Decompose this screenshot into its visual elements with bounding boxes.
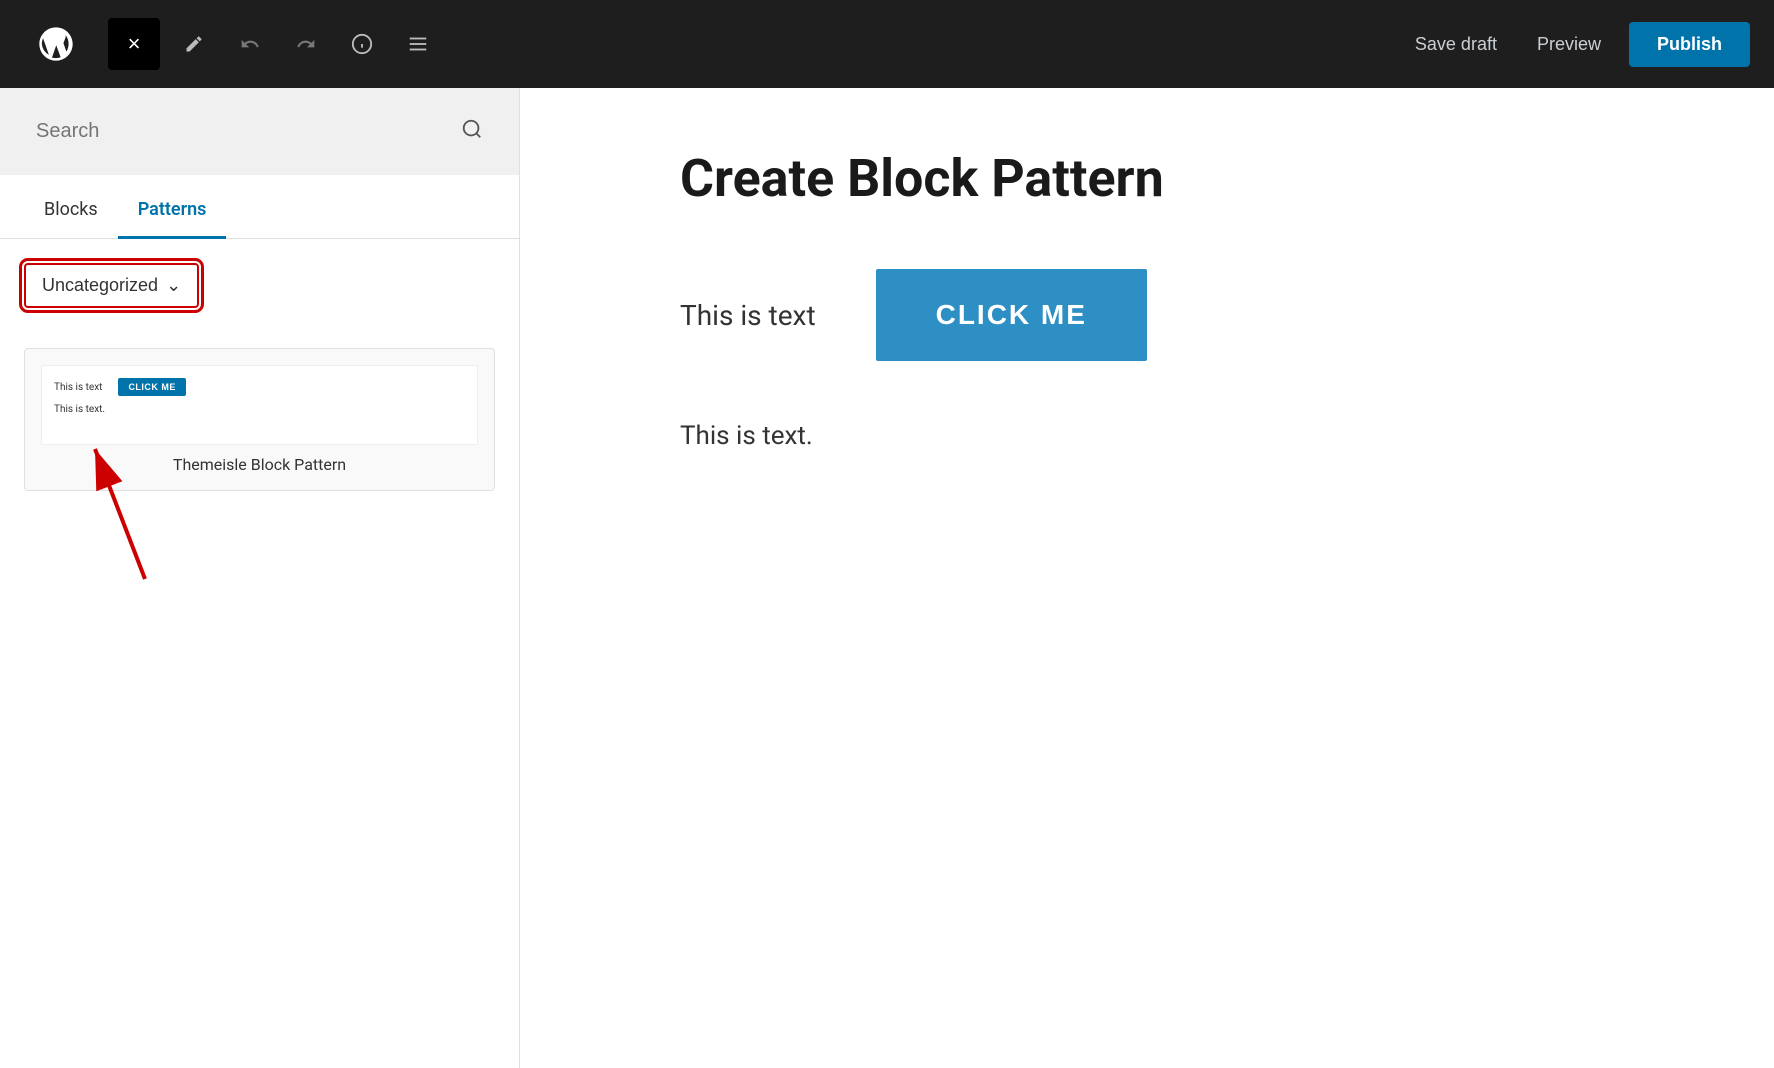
list-view-button[interactable] <box>396 22 440 66</box>
pattern-name: Themeisle Block Pattern <box>41 455 478 474</box>
tab-blocks[interactable]: Blocks <box>24 183 118 239</box>
page-title: Create Block Pattern <box>680 148 1164 209</box>
sidebar: Blocks Patterns Uncategorized ⌄ This is … <box>0 88 520 1068</box>
save-draft-button[interactable]: Save draft <box>1403 26 1509 63</box>
info-button[interactable] <box>340 22 384 66</box>
category-dropdown[interactable]: Uncategorized ⌄ <box>24 263 199 308</box>
toolbar-actions: Save draft Preview Publish <box>1403 22 1750 67</box>
preview-row-1: This is text CLICK ME <box>54 378 465 396</box>
dropdown-label: Uncategorized <box>42 275 158 296</box>
preview-text-1: This is text <box>54 382 102 393</box>
search-icon <box>461 118 483 145</box>
content-block-row: This is text CLICK ME <box>680 269 1147 361</box>
tab-patterns[interactable]: Patterns <box>118 183 227 239</box>
main-layout: Blocks Patterns Uncategorized ⌄ This is … <box>0 88 1774 1068</box>
click-me-button[interactable]: CLICK ME <box>876 269 1147 361</box>
preview-click-btn: CLICK ME <box>118 378 186 396</box>
wp-logo <box>24 12 88 76</box>
dropdown-container: Uncategorized ⌄ <box>0 239 519 332</box>
publish-button[interactable]: Publish <box>1629 22 1750 67</box>
annotation-arrow <box>75 429 195 589</box>
canvas-area: Create Block Pattern This is text CLICK … <box>520 88 1774 1068</box>
search-box <box>24 108 495 155</box>
chevron-down-icon: ⌄ <box>166 275 181 296</box>
text-block-1: This is text <box>680 299 816 332</box>
pen-icon-button[interactable] <box>172 22 216 66</box>
undo-button[interactable] <box>228 22 272 66</box>
search-input[interactable] <box>36 120 453 143</box>
pattern-grid: This is text CLICK ME This is text. Them… <box>0 332 519 1068</box>
redo-button[interactable] <box>284 22 328 66</box>
preview-text-2: This is text. <box>54 404 105 415</box>
close-button[interactable]: × <box>108 18 160 70</box>
preview-button[interactable]: Preview <box>1525 26 1613 63</box>
pattern-card[interactable]: This is text CLICK ME This is text. Them… <box>24 348 495 491</box>
search-container <box>0 88 519 175</box>
tabs-container: Blocks Patterns <box>0 183 519 239</box>
pattern-preview: This is text CLICK ME This is text. <box>41 365 478 445</box>
text-block-2: This is text. <box>680 421 813 451</box>
preview-row-2: This is text. <box>54 404 465 415</box>
toolbar: × Save draft Preview Publish <box>0 0 1774 88</box>
